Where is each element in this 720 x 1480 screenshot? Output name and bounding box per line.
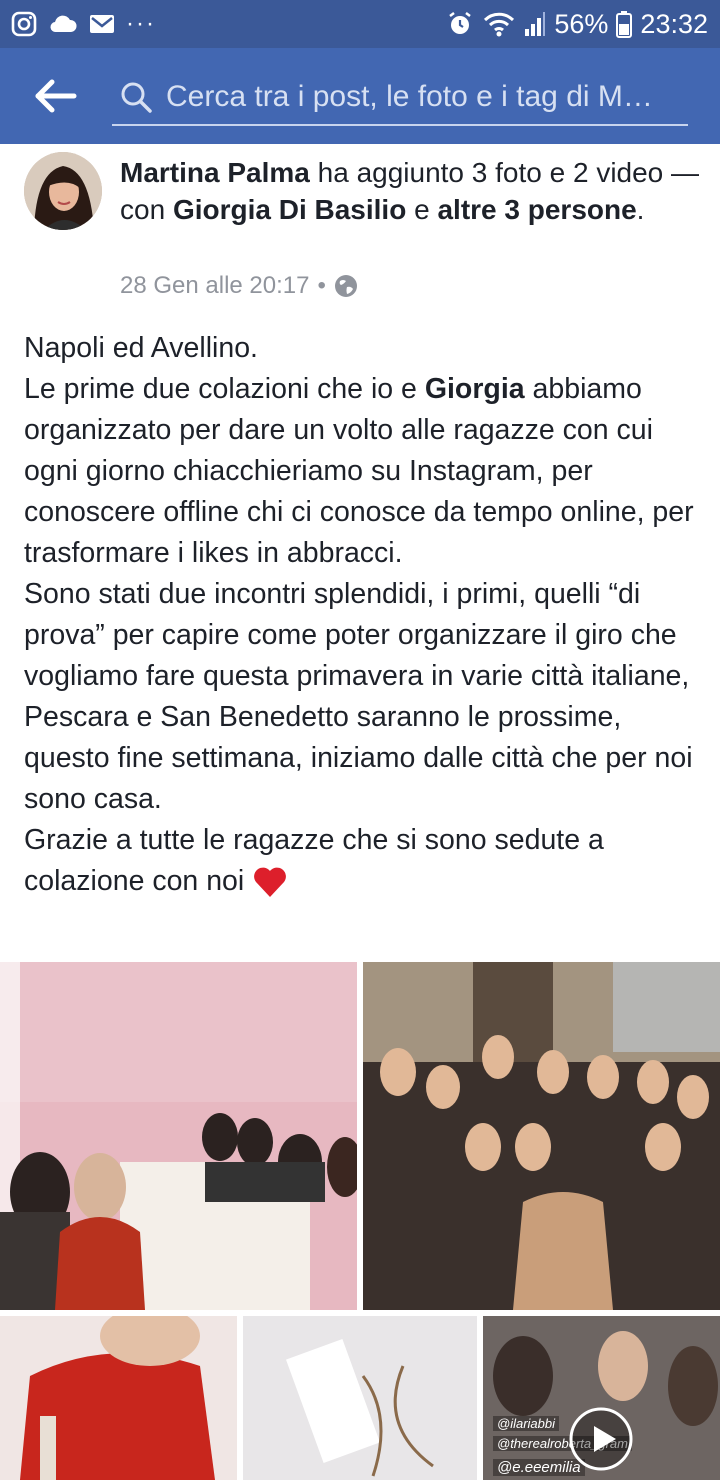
wifi-icon bbox=[484, 12, 515, 37]
tagged-others-link[interactable]: altre 3 persone bbox=[437, 194, 636, 225]
clock: 23:32 bbox=[640, 8, 708, 39]
photo-group-street[interactable] bbox=[363, 962, 720, 1310]
cloud-icon bbox=[50, 15, 77, 33]
tagged-person-link[interactable]: Giorgia Di Basilio bbox=[173, 194, 406, 225]
back-arrow-icon[interactable] bbox=[32, 76, 80, 116]
mail-icon bbox=[90, 15, 114, 33]
globe-icon bbox=[334, 275, 357, 297]
post-date[interactable]: 28 Gen alle 20:17 bbox=[120, 272, 309, 300]
post-headline: Martina Palma ha aggiunto 3 foto e 2 vid… bbox=[120, 154, 700, 228]
paragraph-text: Le prime due colazioni che io e bbox=[24, 373, 425, 405]
post-meta: 28 Gen alle 20:17 • bbox=[120, 272, 358, 300]
status-bar: ··· 56% 23:32 bbox=[0, 0, 720, 48]
headline-text: . bbox=[636, 194, 645, 225]
photo-girl-red-sweater[interactable] bbox=[0, 1316, 237, 1480]
post-paragraph: Napoli ed Avellino. bbox=[24, 332, 258, 364]
post-paragraph: Sono stati due incontri splendidi, i pri… bbox=[24, 578, 693, 815]
post-paragraph: Le prime due colazioni che io e Giorgia … bbox=[24, 369, 714, 574]
author-link[interactable]: Martina Palma bbox=[120, 157, 310, 188]
alarm-icon bbox=[449, 12, 472, 34]
play-icon[interactable] bbox=[568, 1406, 634, 1472]
battery-icon bbox=[616, 11, 633, 38]
app-bar: Cerca tra i post, le foto e i tag di M… bbox=[0, 48, 720, 144]
paragraph-text: Grazie a tutte le ragazze che si sono se… bbox=[24, 824, 604, 897]
search-input[interactable]: Cerca tra i post, le foto e i tag di M… bbox=[166, 80, 653, 114]
video-thumbnail[interactable]: @ilariabbi @therealroberta_gram @e.eeemi… bbox=[483, 1316, 720, 1480]
photo-gift-package[interactable] bbox=[243, 1316, 477, 1480]
heart-icon bbox=[254, 868, 287, 898]
signal-icon bbox=[525, 12, 546, 36]
avatar[interactable] bbox=[24, 152, 102, 230]
search-field[interactable]: Cerca tra i post, le foto e i tag di M… bbox=[112, 70, 688, 126]
instagram-icon bbox=[11, 11, 37, 37]
search-icon bbox=[121, 82, 152, 113]
photo-breakfast-table[interactable] bbox=[0, 962, 357, 1310]
meta-separator: • bbox=[317, 272, 326, 299]
headline-text: e bbox=[406, 194, 438, 225]
more-icon: ··· bbox=[126, 10, 156, 37]
battery-percent: 56% bbox=[554, 8, 609, 39]
mention-link[interactable]: Giorgia bbox=[425, 373, 525, 405]
post-paragraph: Grazie a tutte le ragazze che si sono se… bbox=[24, 820, 714, 902]
photo-tag: @ilariabbi bbox=[493, 1416, 559, 1431]
post-body: Napoli ed Avellino. Le prime due colazio… bbox=[24, 328, 714, 902]
